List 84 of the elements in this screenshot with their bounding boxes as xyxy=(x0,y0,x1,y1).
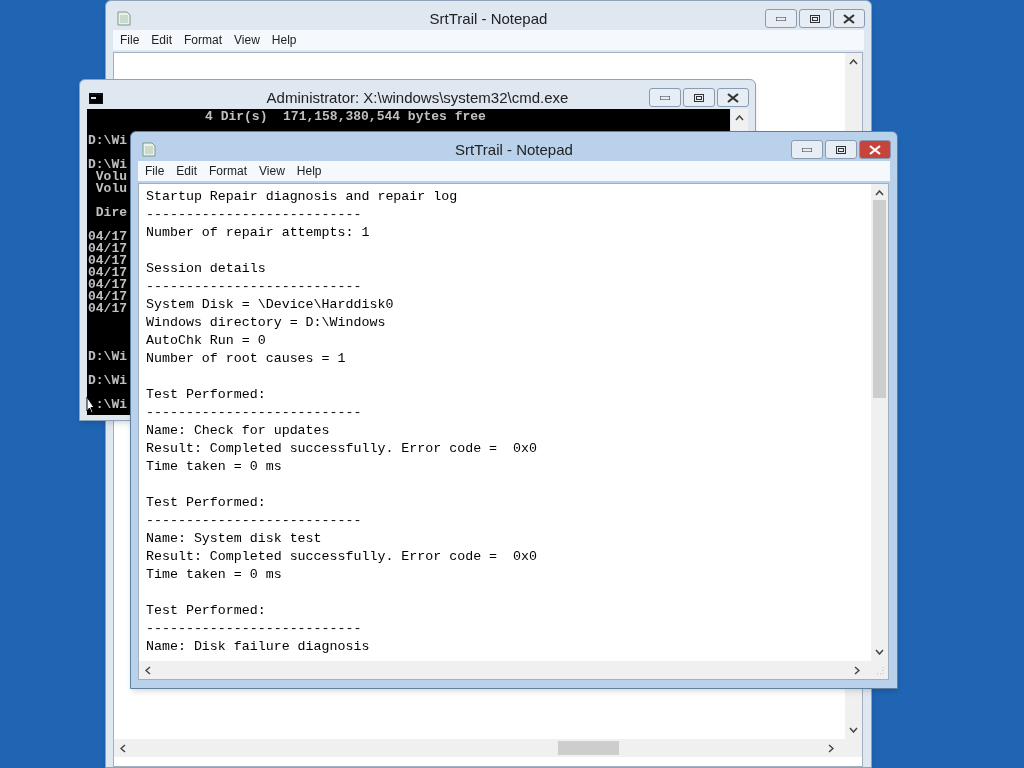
console-line: :\Wi xyxy=(95,399,128,411)
notepad-icon xyxy=(142,141,156,157)
close-icon xyxy=(843,13,855,24)
notepad-icon xyxy=(117,10,131,26)
text-line: AutoChk Run = 0 xyxy=(146,332,267,350)
scroll-left-icon xyxy=(145,666,151,675)
console-line: D:\Wi xyxy=(88,375,127,387)
text-line: System Disk = \Device\Harddisk0 xyxy=(146,296,395,314)
menu-item[interactable]: File xyxy=(115,31,145,49)
text-line: Test Performed: xyxy=(146,386,267,404)
text-line: Result: Completed successfully. Error code = 0x0 xyxy=(146,548,537,566)
close-icon xyxy=(727,92,739,103)
console-line: Volu xyxy=(95,183,128,195)
horizontal-scrollbar[interactable] xyxy=(139,661,888,679)
text-line: --------------------------- xyxy=(146,206,363,224)
menu-item[interactable]: Help xyxy=(266,31,302,49)
text-line: Startup Repair diagnosis and repair log xyxy=(146,188,459,206)
console-line: 04/17 xyxy=(88,255,127,267)
text-line: Windows directory = D:\Windows xyxy=(146,314,387,332)
window-title: Administrator: X:\windows\system32\cmd.exe xyxy=(265,88,570,108)
console-line: D:\Wi xyxy=(88,135,127,147)
minimize-icon xyxy=(660,95,670,100)
maximize-button[interactable] xyxy=(825,140,857,159)
console-line: 04/17 xyxy=(88,243,127,255)
text-line: Name: System disk test xyxy=(146,530,323,548)
close-icon xyxy=(869,144,881,155)
text-line: Time taken = 0 ms xyxy=(146,458,283,476)
text-line: --------------------------- xyxy=(146,620,363,638)
minimize-icon xyxy=(802,147,812,152)
text-line: Name: Check for updates xyxy=(146,422,331,440)
scroll-down-icon xyxy=(875,649,884,655)
window-title: SrtTrail - Notepad xyxy=(428,9,549,29)
scroll-thumb[interactable] xyxy=(558,741,619,755)
scroll-up-icon xyxy=(875,190,884,196)
console-line: Volu xyxy=(95,171,128,183)
scroll-down-icon xyxy=(849,727,858,733)
text-line: Result: Completed successfully. Error code = 0x0 xyxy=(146,440,537,458)
text-line: Time taken = 0 ms xyxy=(146,566,283,584)
text-line: --------------------------- xyxy=(146,512,363,530)
menu-item[interactable]: Edit xyxy=(171,162,203,180)
restore-icon xyxy=(810,14,820,23)
scroll-thumb[interactable] xyxy=(873,200,886,398)
window-title: SrtTrail - Notepad xyxy=(454,140,574,160)
console-line: D:\Wi xyxy=(88,351,127,363)
text-line: Name: Disk failure diagnosis xyxy=(146,638,371,656)
text-line: Session details xyxy=(146,260,267,278)
text-line: Test Performed: xyxy=(146,602,267,620)
console-app-icon xyxy=(89,93,103,104)
maximize-button[interactable] xyxy=(799,9,831,28)
text-line: --------------------------- xyxy=(146,404,363,422)
console-line: 04/17 xyxy=(88,291,127,303)
horizontal-scrollbar[interactable] xyxy=(114,739,862,757)
scroll-right-icon xyxy=(854,666,860,675)
console-line: D:\Wi xyxy=(88,159,127,171)
console-line: 4 Dir(s) 171,158,380,544 bytes free xyxy=(205,111,486,123)
restore-icon xyxy=(694,93,704,102)
text-line: Number of root causes = 1 xyxy=(146,350,347,368)
console-line: Dire xyxy=(95,207,128,219)
text-line: Test Performed: xyxy=(146,494,267,512)
text-line: --------------------------- xyxy=(146,278,363,296)
vertical-scrollbar[interactable] xyxy=(871,184,888,661)
menu-item[interactable]: Format xyxy=(179,31,228,49)
menu-item[interactable]: View xyxy=(254,162,290,180)
menu-item[interactable]: View xyxy=(229,31,265,49)
scroll-up-icon xyxy=(849,59,858,65)
console-line: 04/17 xyxy=(88,303,127,315)
menu-item[interactable]: File xyxy=(140,162,170,180)
console-line: 04/17 xyxy=(88,279,127,291)
scroll-up-icon xyxy=(735,115,744,121)
restore-icon xyxy=(836,145,846,154)
close-button[interactable] xyxy=(833,9,865,28)
close-button[interactable] xyxy=(717,88,749,107)
maximize-button[interactable] xyxy=(683,88,715,107)
scroll-right-icon xyxy=(828,744,834,753)
console-line: 04/17 xyxy=(88,231,127,243)
menu-item[interactable]: Help xyxy=(291,162,327,180)
menu-item[interactable]: Format xyxy=(204,162,253,180)
text-line: Number of repair attempts: 1 xyxy=(146,224,371,242)
close-button[interactable] xyxy=(859,140,891,159)
console-line: 04/17 xyxy=(88,267,127,279)
menu-item[interactable]: Edit xyxy=(146,31,178,49)
resize-grip-icon xyxy=(875,666,884,675)
minimize-icon xyxy=(776,16,786,21)
scroll-left-icon xyxy=(120,744,126,753)
